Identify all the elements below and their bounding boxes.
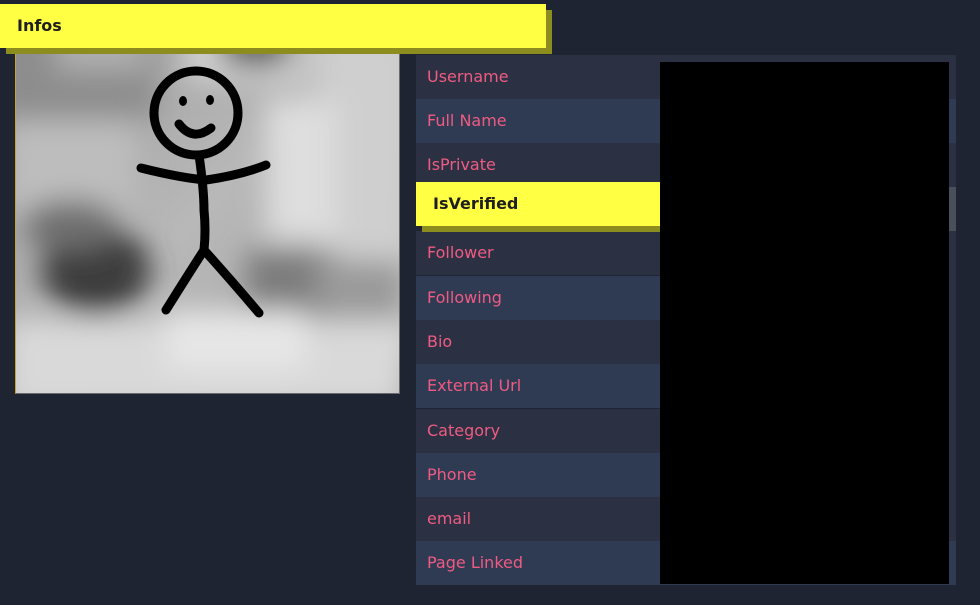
is-verified-header: IsVerified [416, 182, 660, 226]
label-bio: Bio [427, 332, 453, 351]
profile-picture [15, 9, 400, 394]
scrollbar-thumb[interactable] [948, 187, 956, 231]
infos-header: Infos [0, 4, 546, 48]
label-email: email [427, 509, 472, 528]
label-page-linked: Page Linked [427, 553, 524, 572]
label-phone: Phone [427, 465, 477, 484]
label-following: Following [427, 288, 502, 307]
redaction-block [660, 62, 949, 584]
label-is-private: IsPrivate [427, 155, 496, 174]
label-category: Category [427, 421, 501, 440]
profile-view: Infos Username Full Name IsPrivate IsVer… [0, 0, 980, 605]
label-username: Username [427, 67, 509, 86]
label-full-name: Full Name [427, 111, 507, 130]
stick-figure-image [16, 10, 399, 393]
scrollbar-track[interactable] [948, 231, 956, 541]
label-follower: Follower [427, 243, 494, 262]
label-external-url: External Url [427, 376, 522, 395]
infos-header-label: Infos [17, 16, 62, 35]
is-verified-label: IsVerified [433, 194, 519, 213]
